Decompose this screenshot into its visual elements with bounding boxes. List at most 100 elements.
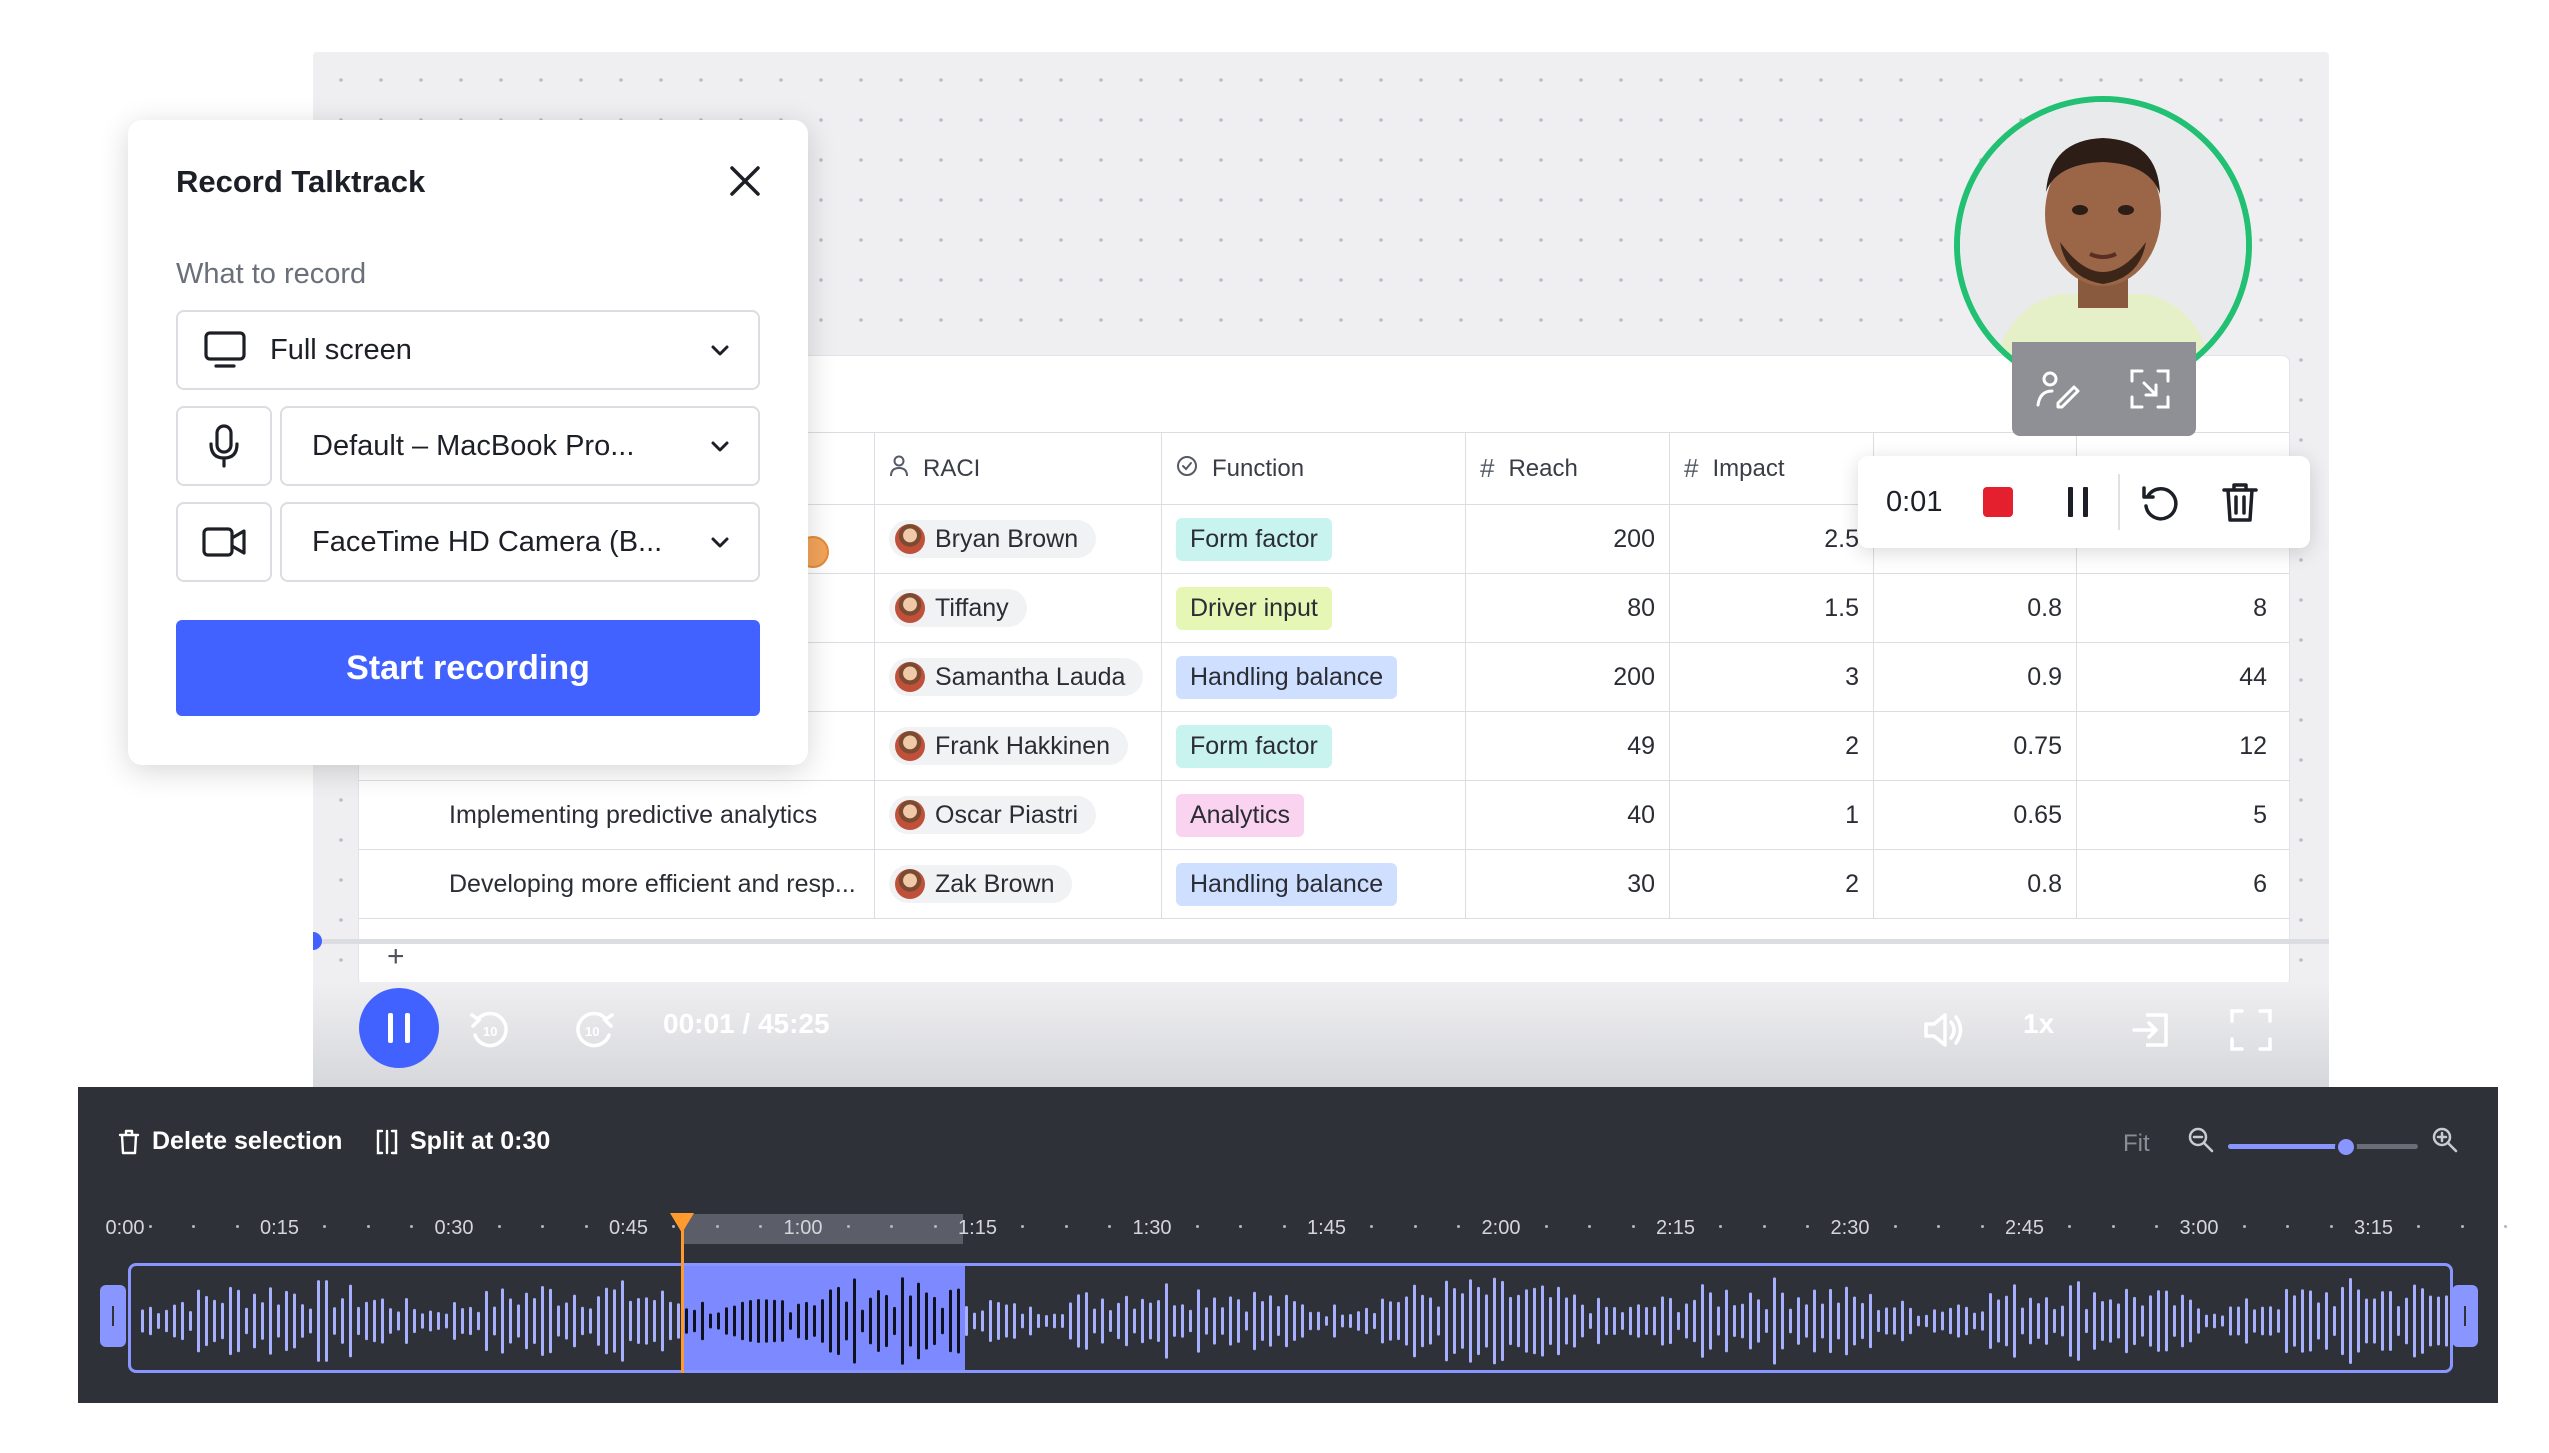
start-recording-button[interactable]: Start recording	[176, 620, 760, 716]
column-header[interactable]: Function	[1162, 433, 1466, 504]
confidence-cell[interactable]: 0.75	[1874, 712, 2077, 780]
function-cell[interactable]: Form factor	[1162, 712, 1466, 780]
reach-cell[interactable]: 80	[1466, 574, 1670, 642]
timeline-ruler[interactable]: 0:00 0:15 0:30 0:45 1:00 1:15 1:30 1:45 2:00 2:15…	[78, 1207, 2508, 1247]
waveform-bar	[1189, 1309, 1192, 1333]
waveform-track[interactable]	[128, 1263, 2453, 1373]
screen-source-select[interactable]: Full screen	[176, 310, 760, 390]
impact-cell[interactable]: 2	[1670, 850, 1874, 918]
waveform-bar	[245, 1307, 248, 1335]
function-cell[interactable]: Analytics	[1162, 781, 1466, 849]
waveform-bar	[285, 1290, 288, 1352]
playback-progress-handle[interactable]	[313, 932, 322, 950]
confidence-cell[interactable]: 0.8	[1874, 850, 2077, 918]
ruler-tick	[192, 1225, 196, 1228]
impact-cell[interactable]: 2.5	[1670, 505, 1874, 573]
raci-cell[interactable]: Frank Hakkinen	[875, 712, 1162, 780]
microphone-toggle[interactable]	[176, 406, 272, 486]
waveform-bar	[981, 1310, 984, 1332]
camera-select[interactable]: FaceTime HD Camera (B...	[280, 502, 760, 582]
column-header[interactable]: # Reach	[1466, 433, 1670, 504]
score-cell[interactable]: 6	[2077, 850, 2281, 918]
waveform-bar	[165, 1309, 168, 1333]
raci-cell[interactable]: Bryan Brown	[875, 505, 1162, 573]
impact-cell[interactable]: 3	[1670, 643, 1874, 711]
ruler-tick	[715, 1225, 719, 1228]
person-chip[interactable]: Frank Hakkinen	[889, 727, 1129, 765]
add-row-button[interactable]: +	[387, 940, 405, 974]
zoom-in-icon[interactable]	[2430, 1125, 2460, 1155]
table-row[interactable]: Implementing predictive analytics Oscar P…	[359, 781, 2289, 850]
confidence-cell[interactable]: 0.65	[1874, 781, 2077, 849]
raci-cell[interactable]: Zak Brown	[875, 850, 1162, 918]
function-cell[interactable]: Driver input	[1162, 574, 1466, 642]
exit-player-button[interactable]	[2123, 1002, 2179, 1058]
person-chip[interactable]: Zak Brown	[889, 865, 1073, 903]
impact-cell[interactable]: 1	[1670, 781, 1874, 849]
rewind-10-button[interactable]: 10	[463, 1002, 519, 1058]
impact-cell[interactable]: 2	[1670, 712, 1874, 780]
person-chip[interactable]: Tiffany	[889, 589, 1027, 627]
waveform-bar	[1173, 1305, 1176, 1337]
waveform-bar	[1565, 1297, 1568, 1345]
trim-start-handle[interactable]	[100, 1285, 126, 1347]
score-cell[interactable]: 5	[2077, 781, 2281, 849]
reach-cell[interactable]: 30	[1466, 850, 1670, 918]
forward-10-button[interactable]: 10	[565, 1002, 621, 1058]
delete-selection-button[interactable]: Delete selection	[118, 1127, 342, 1156]
raci-cell[interactable]: Tiffany	[875, 574, 1162, 642]
focus-frame-button[interactable]	[2126, 365, 2174, 418]
waveform-bar	[1597, 1297, 1600, 1345]
function-tag: Form factor	[1176, 724, 1332, 768]
reach-cell[interactable]: 200	[1466, 643, 1670, 711]
trim-end-handle[interactable]	[2452, 1285, 2478, 1347]
column-header[interactable]: # Impact	[1670, 433, 1874, 504]
fullscreen-button[interactable]	[2223, 1002, 2279, 1058]
score-cell[interactable]: 44	[2077, 643, 2281, 711]
playback-speed-button[interactable]: 1x	[2023, 1008, 2054, 1040]
fit-button[interactable]: Fit	[2123, 1130, 2150, 1158]
title-cell[interactable]: Implementing predictive analytics	[359, 781, 875, 849]
stop-recording-button[interactable]	[1958, 456, 2038, 548]
close-button[interactable]	[720, 156, 770, 206]
person-chip[interactable]: Samantha Lauda	[889, 658, 1144, 696]
confidence-cell[interactable]: 0.9	[1874, 643, 2077, 711]
function-cell[interactable]: Form factor	[1162, 505, 1466, 573]
pause-button[interactable]	[359, 988, 439, 1068]
annotate-button[interactable]	[2034, 365, 2082, 418]
waveform-bar	[813, 1305, 816, 1337]
volume-button[interactable]	[1915, 1002, 1971, 1058]
score-cell[interactable]: 8	[2077, 574, 2281, 642]
waveform-bar	[1213, 1297, 1216, 1345]
function-cell[interactable]: Handling balance	[1162, 643, 1466, 711]
column-header[interactable]: RACI	[875, 433, 1162, 504]
playhead-marker[interactable]	[670, 1213, 694, 1233]
microphone-select[interactable]: Default – MacBook Pro...	[280, 406, 760, 486]
reach-cell[interactable]: 200	[1466, 505, 1670, 573]
playback-progress-track[interactable]	[313, 939, 2329, 944]
person-chip[interactable]: Bryan Brown	[889, 520, 1097, 558]
raci-cell[interactable]: Oscar Piastri	[875, 781, 1162, 849]
pause-recording-button[interactable]	[2038, 456, 2118, 548]
impact-cell[interactable]: 1.5	[1670, 574, 1874, 642]
score-cell[interactable]: 12	[2077, 712, 2281, 780]
reach-cell[interactable]: 40	[1466, 781, 1670, 849]
waveform-bar	[1405, 1296, 1408, 1346]
playhead[interactable]	[681, 1219, 684, 1373]
person-chip[interactable]: Oscar Piastri	[889, 796, 1097, 834]
delete-recording-button[interactable]	[2200, 456, 2280, 548]
waveform-bar	[1701, 1284, 1704, 1358]
waveform-bar	[2077, 1281, 2080, 1361]
reach-cell[interactable]: 49	[1466, 712, 1670, 780]
zoom-slider-handle[interactable]	[2335, 1136, 2357, 1158]
raci-cell[interactable]: Samantha Lauda	[875, 643, 1162, 711]
table-row[interactable]: Developing more efficient and resp... Zak…	[359, 850, 2289, 919]
function-cell[interactable]: Handling balance	[1162, 850, 1466, 918]
waveform-bar	[1349, 1314, 1352, 1328]
restart-recording-button[interactable]	[2120, 456, 2200, 548]
zoom-out-icon[interactable]	[2186, 1125, 2216, 1155]
split-button[interactable]: Split at 0:30	[376, 1127, 550, 1156]
camera-toggle[interactable]	[176, 502, 272, 582]
confidence-cell[interactable]: 0.8	[1874, 574, 2077, 642]
title-cell[interactable]: Developing more efficient and resp...	[359, 850, 875, 918]
